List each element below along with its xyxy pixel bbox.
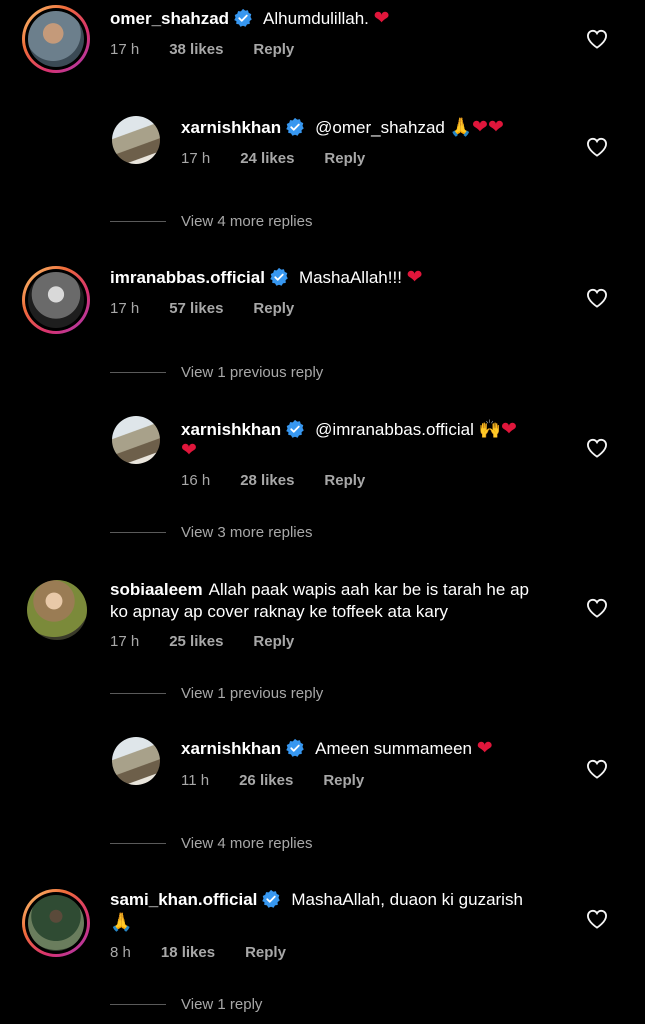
- comment-text: Alhumdulillah.: [263, 9, 369, 28]
- comment-text: @imranabbas.official: [315, 420, 474, 439]
- view-previous-reply[interactable]: View 1 previous reply: [110, 685, 323, 702]
- avatar[interactable]: [112, 416, 160, 464]
- comment-time: 17 h: [181, 150, 211, 167]
- verified-badge-icon: [285, 738, 305, 758]
- reply-button[interactable]: Reply: [324, 472, 365, 489]
- comment-time: 17 h: [110, 300, 140, 317]
- folded-hands-emoji: 🙏: [110, 912, 133, 932]
- comment-text: Allah paak wapis aah kar be is tarah he …: [208, 580, 529, 599]
- divider: [110, 532, 166, 533]
- reply-button[interactable]: Reply: [253, 300, 294, 317]
- heart-outline-icon[interactable]: [586, 598, 608, 618]
- heart-outline-icon[interactable]: [586, 909, 608, 929]
- username[interactable]: xarnishkhan: [181, 420, 281, 439]
- view-more-replies[interactable]: View 4 more replies: [110, 835, 312, 852]
- red-heart-emoji: ❤: [373, 8, 390, 29]
- red-heart-emoji: ❤❤: [472, 117, 504, 138]
- reply-button[interactable]: Reply: [323, 772, 364, 789]
- likes-count[interactable]: 28 likes: [240, 472, 294, 489]
- view-more-replies[interactable]: View 4 more replies: [110, 213, 312, 230]
- divider: [110, 843, 166, 844]
- comment-time: 17 h: [110, 633, 140, 650]
- likes-count[interactable]: 24 likes: [240, 150, 294, 167]
- heart-outline-icon[interactable]: [586, 29, 608, 49]
- divider: [110, 1004, 166, 1005]
- avatar[interactable]: [22, 5, 90, 73]
- comment-time: 11 h: [181, 772, 210, 789]
- red-heart-emoji: ❤: [181, 440, 197, 461]
- reply-button[interactable]: Reply: [324, 150, 365, 167]
- view-replies-label[interactable]: View 1 reply: [181, 996, 262, 1013]
- divider: [110, 372, 166, 373]
- reply-button[interactable]: Reply: [253, 633, 294, 650]
- red-heart-emoji: ❤: [476, 738, 493, 759]
- verified-badge-icon: [269, 267, 289, 287]
- comment-text-continued: ko apnay ap cover raknay ke toffeek ata …: [110, 602, 448, 621]
- verified-badge-icon: [285, 117, 305, 137]
- username[interactable]: sami_khan.official: [110, 890, 257, 909]
- divider: [110, 221, 166, 222]
- verified-badge-icon: [233, 8, 253, 28]
- likes-count[interactable]: 38 likes: [169, 41, 223, 58]
- view-more-label[interactable]: View 3 more replies: [181, 524, 312, 541]
- view-more-label[interactable]: View 4 more replies: [181, 213, 312, 230]
- username[interactable]: omer_shahzad: [110, 9, 229, 28]
- avatar[interactable]: [112, 116, 160, 164]
- likes-count[interactable]: 18 likes: [161, 944, 215, 961]
- view-previous-label[interactable]: View 1 previous reply: [181, 364, 323, 381]
- heart-outline-icon[interactable]: [586, 759, 608, 779]
- comment-text: @omer_shahzad: [315, 118, 445, 137]
- likes-count[interactable]: 26 likes: [239, 772, 293, 789]
- username[interactable]: xarnishkhan: [181, 739, 281, 758]
- comment-time: 8 h: [110, 944, 131, 961]
- likes-count[interactable]: 57 likes: [169, 300, 223, 317]
- verified-badge-icon: [261, 889, 281, 909]
- username[interactable]: sobiaaleem: [110, 580, 203, 599]
- folded-hands-emoji: 🙏: [449, 117, 473, 137]
- comment-time: 16 h: [181, 472, 211, 489]
- heart-outline-icon[interactable]: [586, 137, 608, 157]
- avatar[interactable]: [112, 737, 160, 785]
- verified-badge-icon: [285, 419, 305, 439]
- comment-text: Ameen summameen: [315, 739, 472, 758]
- red-heart-emoji: ❤: [501, 419, 517, 440]
- raised-hands-emoji: 🙌: [478, 419, 501, 439]
- comment-text: MashaAllah!!!: [298, 268, 402, 287]
- view-replies[interactable]: View 1 reply: [110, 996, 262, 1013]
- divider: [110, 693, 166, 694]
- avatar[interactable]: [27, 580, 87, 640]
- username[interactable]: xarnishkhan: [181, 118, 281, 137]
- reply-button[interactable]: Reply: [245, 944, 286, 961]
- username[interactable]: imranabbas.official: [110, 268, 265, 287]
- avatar[interactable]: [22, 266, 90, 334]
- view-previous-label[interactable]: View 1 previous reply: [181, 685, 323, 702]
- red-heart-emoji: ❤: [406, 267, 423, 288]
- heart-outline-icon[interactable]: [586, 438, 608, 458]
- reply-button[interactable]: Reply: [253, 41, 294, 58]
- view-previous-reply[interactable]: View 1 previous reply: [110, 364, 323, 381]
- view-more-replies[interactable]: View 3 more replies: [110, 524, 312, 541]
- view-more-label[interactable]: View 4 more replies: [181, 835, 312, 852]
- avatar[interactable]: [22, 889, 90, 957]
- comment-text: MashaAllah, duaon ki guzarish: [291, 890, 523, 909]
- likes-count[interactable]: 25 likes: [169, 633, 223, 650]
- comment-time: 17 h: [110, 41, 140, 58]
- heart-outline-icon[interactable]: [586, 288, 608, 308]
